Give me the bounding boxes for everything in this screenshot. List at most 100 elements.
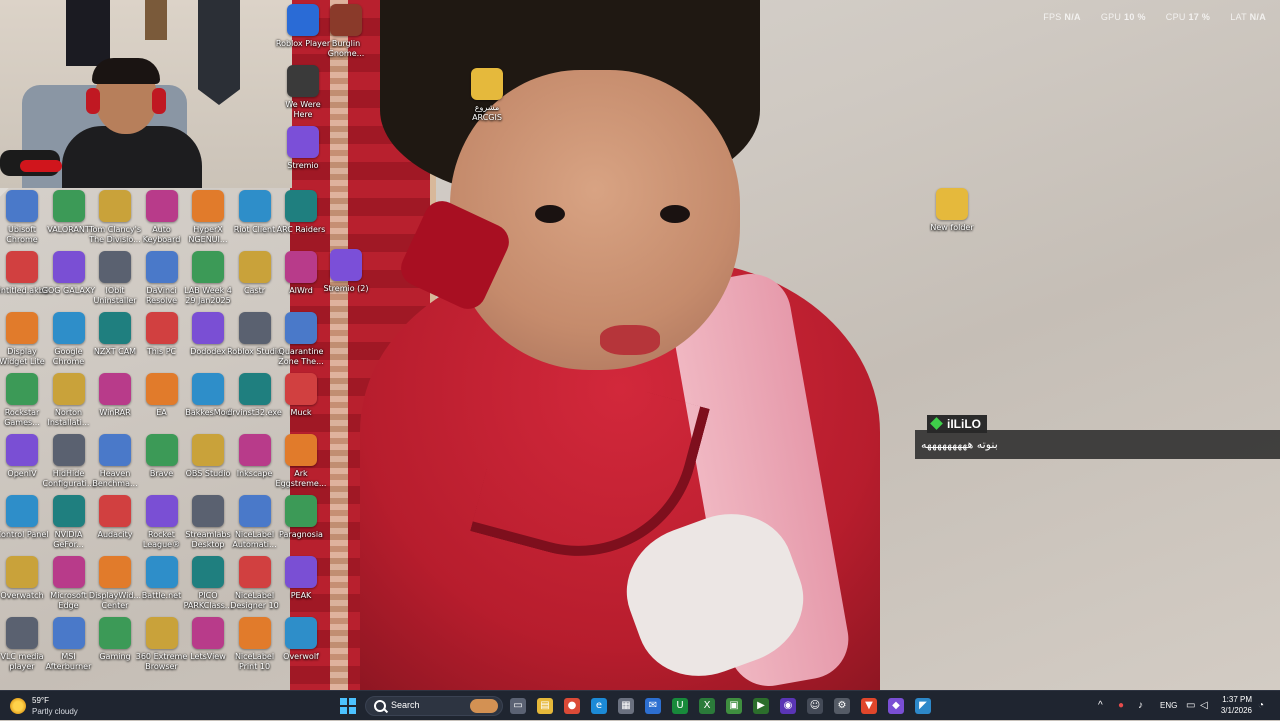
app-icon xyxy=(6,495,38,527)
wallpaper-child-eye xyxy=(660,205,690,223)
fps-stat: FPS N/A xyxy=(1043,12,1081,22)
volume-icon[interactable]: ◁ xyxy=(1200,691,1208,721)
webcam-microphone xyxy=(0,150,62,176)
partly-cloudy-icon xyxy=(10,698,26,714)
start-button[interactable] xyxy=(340,698,356,714)
cpu-stat: CPU 17 % xyxy=(1166,12,1210,22)
language-indicator[interactable]: ENG xyxy=(1160,691,1177,721)
brave-icon[interactable]: ▼ xyxy=(861,698,877,714)
lat-stat: LAT N/A xyxy=(1230,12,1266,22)
webcam-poster xyxy=(145,0,167,40)
clock-time[interactable]: 1:37 PM xyxy=(1222,695,1252,704)
vscode-icon[interactable]: ◤ xyxy=(915,698,931,714)
app-icon xyxy=(285,617,317,649)
windows-logo-icon xyxy=(349,707,356,714)
desktop-icon-label: ARC Raiders xyxy=(276,225,326,234)
fps-label: FPS xyxy=(1043,12,1062,22)
task-view-icon[interactable]: ▭ xyxy=(510,698,526,714)
desktop-icon[interactable]: Quarantine Zone The... xyxy=(273,312,329,367)
tray-app-icon[interactable]: ● xyxy=(1118,691,1124,721)
notification-bell-icon[interactable]: ◔ xyxy=(1258,691,1264,721)
iobit-icon[interactable]: U xyxy=(672,698,688,714)
app-icon xyxy=(145,556,178,588)
chrome-icon[interactable]: ● xyxy=(564,698,580,714)
app-icon xyxy=(99,190,131,222)
app-icon xyxy=(52,312,85,344)
desktop-icon[interactable]: Burglin Gnome... xyxy=(318,4,374,59)
app-icon xyxy=(192,312,224,344)
weather-condition: Partly cloudy xyxy=(32,707,78,716)
streamlabs-icon[interactable]: ◆ xyxy=(888,698,904,714)
app-icon xyxy=(6,190,38,222)
desktop-icon[interactable]: We Were Here xyxy=(275,65,331,120)
windows-logo-icon xyxy=(340,698,347,705)
minecraft-icon[interactable]: ▣ xyxy=(726,698,742,714)
app-icon xyxy=(145,312,178,344)
desktop-icon[interactable]: Overwolf xyxy=(273,617,329,662)
network-icon[interactable]: ▭ xyxy=(1186,691,1195,721)
settings-icon[interactable]: ⚙ xyxy=(834,698,850,714)
obs-icon[interactable]: ◉ xyxy=(780,698,796,714)
app-icon xyxy=(99,617,131,649)
app-icon xyxy=(52,556,85,588)
app-icon xyxy=(285,434,317,466)
search-highlight-icon xyxy=(470,699,498,713)
chat-username-text: iILiLO xyxy=(947,417,981,431)
excel-icon[interactable]: X xyxy=(699,698,715,714)
desktop-icon[interactable]: Stremio (2) xyxy=(318,249,374,294)
tray-chevron-up-icon[interactable]: ^ xyxy=(1098,691,1103,721)
weather-temp: 59°F xyxy=(32,696,49,705)
file-explorer-icon[interactable]: ▤ xyxy=(537,698,553,714)
webcam-headset xyxy=(86,88,100,114)
desktop-icon[interactable]: PEAK xyxy=(273,556,329,601)
microphone-icon[interactable]: ♪ xyxy=(1138,691,1143,721)
app-icon xyxy=(52,495,85,527)
chat-badge-icon xyxy=(930,417,943,430)
app-icon xyxy=(238,556,271,588)
app-icon xyxy=(145,495,178,527)
edge-icon[interactable]: e xyxy=(591,698,607,714)
discord-icon[interactable]: ☺ xyxy=(807,698,823,714)
desktop-icon[interactable]: ARC Raiders xyxy=(273,190,329,235)
app-icon xyxy=(285,495,317,527)
desktop-folder[interactable]: New folder xyxy=(924,188,980,233)
app-icon xyxy=(99,373,131,405)
mail-icon[interactable]: ✉ xyxy=(645,698,661,714)
desktop-icon-label: مشروع ARCGIS xyxy=(472,103,502,122)
folder-icon xyxy=(471,68,503,100)
cpu-value: 17 % xyxy=(1188,12,1211,22)
weather-widget[interactable]: 59°F Partly cloudy xyxy=(10,695,110,717)
app-icon xyxy=(52,373,85,405)
app-icon xyxy=(238,190,271,222)
app-icon xyxy=(52,190,85,222)
desktop-icon[interactable]: Stremio xyxy=(275,126,331,171)
app-icon xyxy=(99,556,131,588)
desktop-icon-label: Quarantine Zone The... xyxy=(278,347,324,366)
gpu-label: GPU xyxy=(1100,12,1122,22)
desktop-icon[interactable]: Ark Eggstreme... xyxy=(273,434,329,489)
app-icon xyxy=(145,434,178,466)
desktop-icon[interactable]: Muck xyxy=(273,373,329,418)
app-icon xyxy=(99,434,131,466)
desktop-folder[interactable]: مشروع ARCGIS xyxy=(459,68,515,123)
desktop-icon-label: Paragnosia xyxy=(279,530,323,539)
app-icon xyxy=(145,190,178,222)
desktop-icon-label: New folder xyxy=(930,223,974,232)
taskbar-search[interactable]: Search xyxy=(365,696,503,716)
desktop-icon[interactable]: Paragnosia xyxy=(273,495,329,540)
app-icon xyxy=(238,617,271,649)
clock-date[interactable]: 3/1/2026 xyxy=(1221,706,1252,715)
search-icon xyxy=(374,700,386,712)
desktop-icon-label: PEAK xyxy=(290,591,312,600)
game-launcher-icon[interactable]: ▶ xyxy=(753,698,769,714)
desktop-icon-label: Stremio xyxy=(287,161,319,170)
lat-label: LAT xyxy=(1230,12,1247,22)
gpu-value: 10 % xyxy=(1124,12,1146,22)
app-icon xyxy=(145,617,178,649)
store-icon[interactable]: ▦ xyxy=(618,698,634,714)
app-icon xyxy=(287,65,319,97)
webcam-headset xyxy=(152,88,166,114)
app-icon xyxy=(52,617,85,649)
app-icon xyxy=(238,434,271,466)
app-icon xyxy=(285,556,317,588)
